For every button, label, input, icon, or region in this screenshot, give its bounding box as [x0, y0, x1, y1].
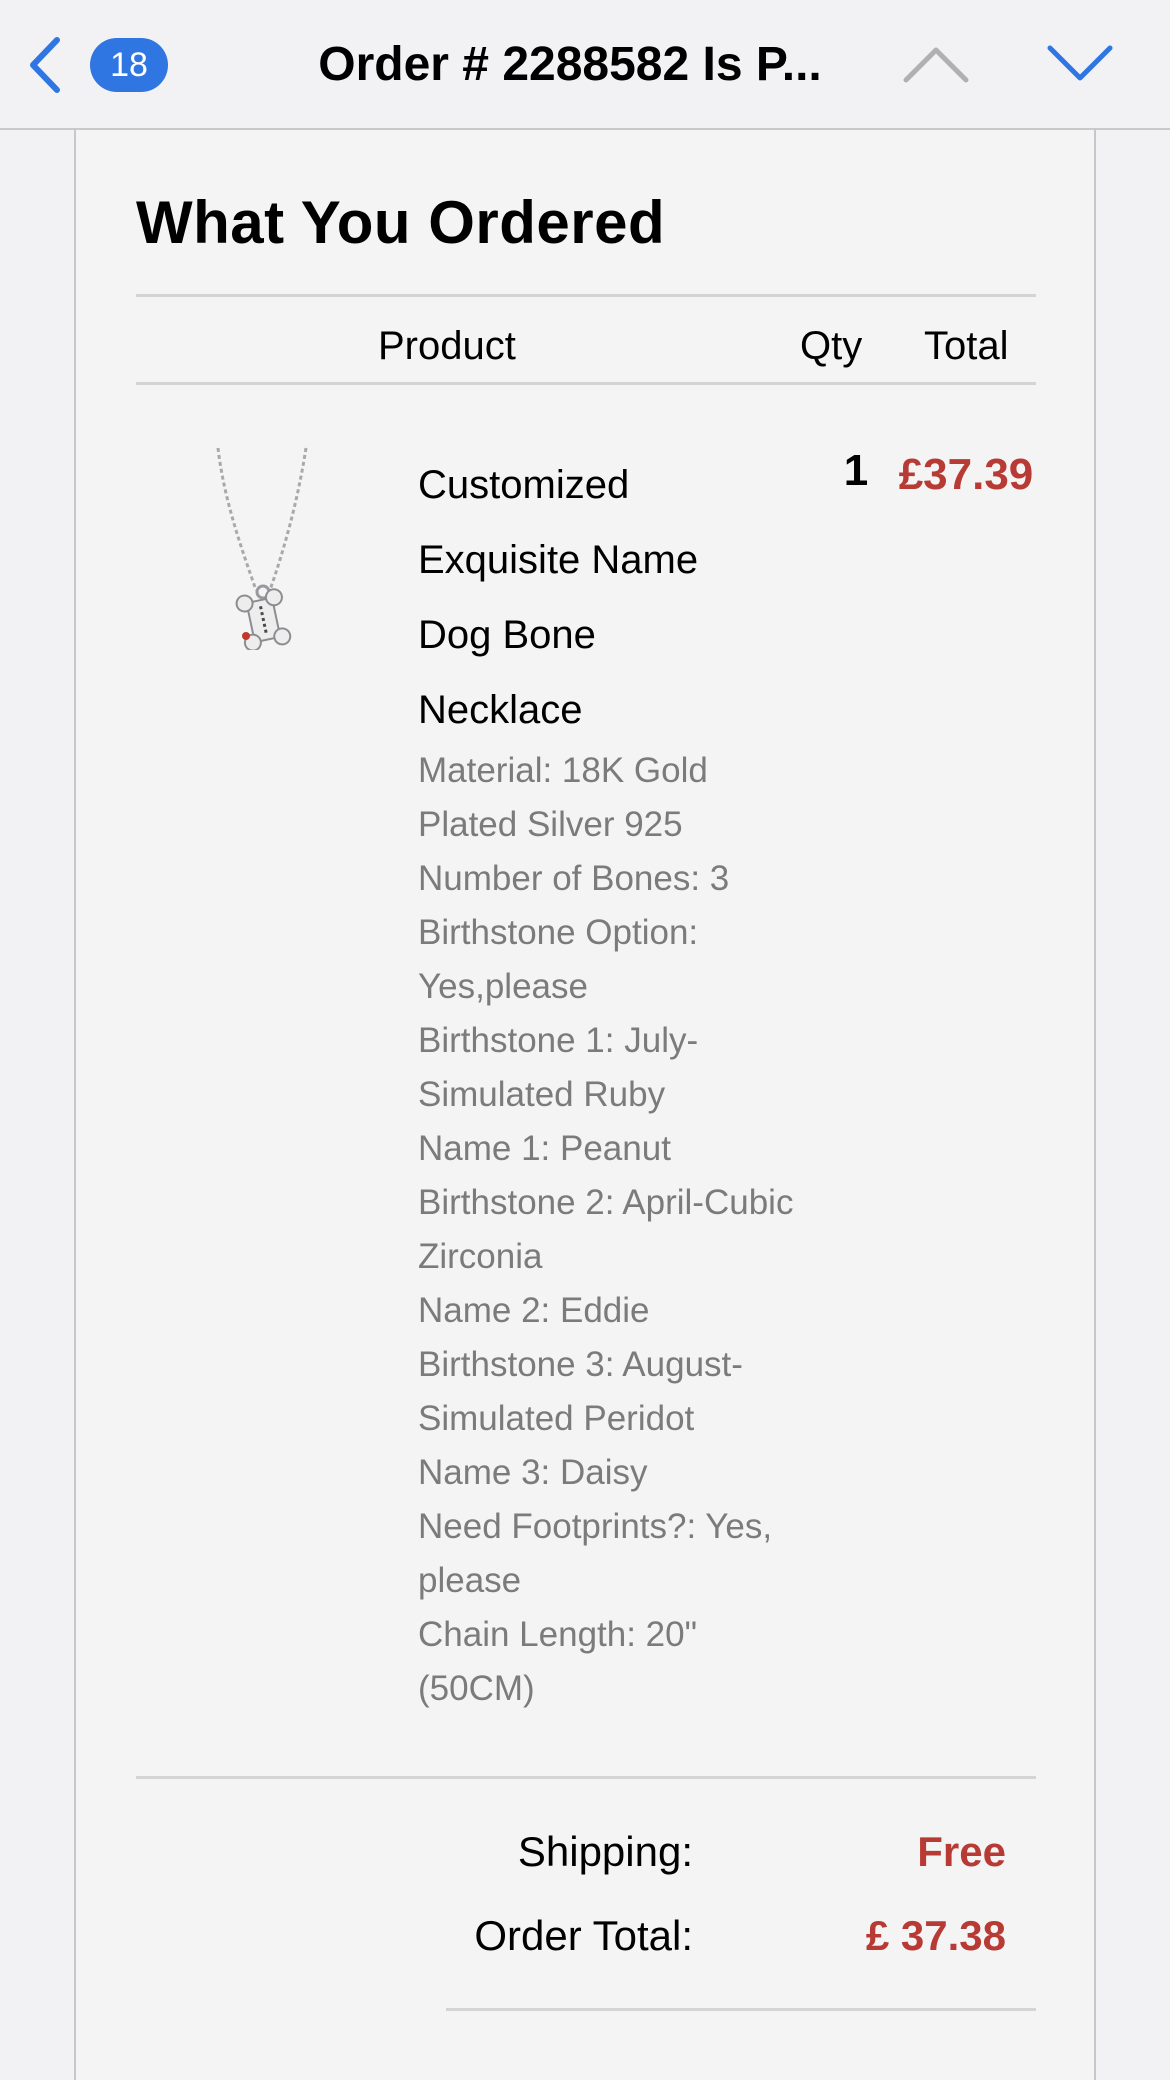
shipping-label: Shipping: — [517, 1828, 693, 1875]
product-option: Name 3: Daisy — [418, 1453, 648, 1492]
product-name-line: Customized — [418, 463, 630, 507]
product-option: Material: 18K Gold Plated Silver 925 — [418, 751, 708, 844]
chevron-down-icon — [1047, 45, 1113, 81]
email-subject-title: Order # 2288582 Is P... — [318, 38, 822, 91]
product-option: Birthstone 1: July-Simulated Ruby — [418, 1021, 699, 1114]
product-options-list: Material: 18K Gold Plated Silver 925 Num… — [418, 744, 798, 1716]
divider — [136, 1776, 1036, 1779]
item-total-price: £37.39 — [898, 450, 1034, 499]
column-header-product: Product — [378, 324, 516, 368]
chevron-up-icon — [903, 47, 969, 83]
next-message-button[interactable] — [1044, 36, 1116, 92]
product-name-line: Exquisite Name — [418, 538, 699, 582]
order-total-label: Order Total: — [474, 1912, 693, 1959]
divider — [136, 294, 1036, 297]
product-option: Birthstone 2: April-Cubic Zirconia — [418, 1183, 794, 1276]
product-image[interactable] — [206, 440, 316, 652]
product-option: Name 1: Peanut — [418, 1129, 671, 1168]
back-button[interactable] — [20, 30, 70, 100]
column-header-qty: Qty — [800, 324, 863, 368]
section-heading: What You Ordered — [136, 189, 666, 256]
product-option: Chain Length: 20" (50CM) — [418, 1615, 698, 1708]
product-option: Birthstone 3: August-Simulated Peridot — [418, 1345, 743, 1438]
product-option: Birthstone Option: Yes,please — [418, 913, 699, 1006]
chevron-left-icon — [30, 37, 60, 93]
order-summary-card: What You Ordered Product Qty Total Custo… — [74, 130, 1096, 2080]
product-option: Name 2: Eddie — [418, 1291, 650, 1330]
product-option: Need Footprints?: Yes, please — [418, 1507, 773, 1600]
divider — [136, 382, 1036, 385]
product-option: Number of Bones: 3 — [418, 859, 730, 898]
item-quantity: 1 — [843, 446, 869, 495]
necklace-image-icon — [216, 447, 308, 652]
previous-message-button[interactable] — [900, 36, 972, 92]
navigation-bar: 18 Order # 2288582 Is P... — [0, 0, 1170, 130]
divider — [446, 2008, 1036, 2011]
column-header-total: Total — [924, 324, 1009, 368]
shipping-value: Free — [917, 1828, 1006, 1875]
product-name-line: Necklace — [418, 688, 583, 732]
product-name-line: Dog Bone — [418, 613, 596, 657]
unread-count-badge[interactable]: 18 — [90, 38, 168, 92]
order-total-value: £ 37.38 — [865, 1912, 1006, 1959]
product-name[interactable]: Customized Exquisite Name Dog Bone Neckl… — [418, 448, 758, 748]
